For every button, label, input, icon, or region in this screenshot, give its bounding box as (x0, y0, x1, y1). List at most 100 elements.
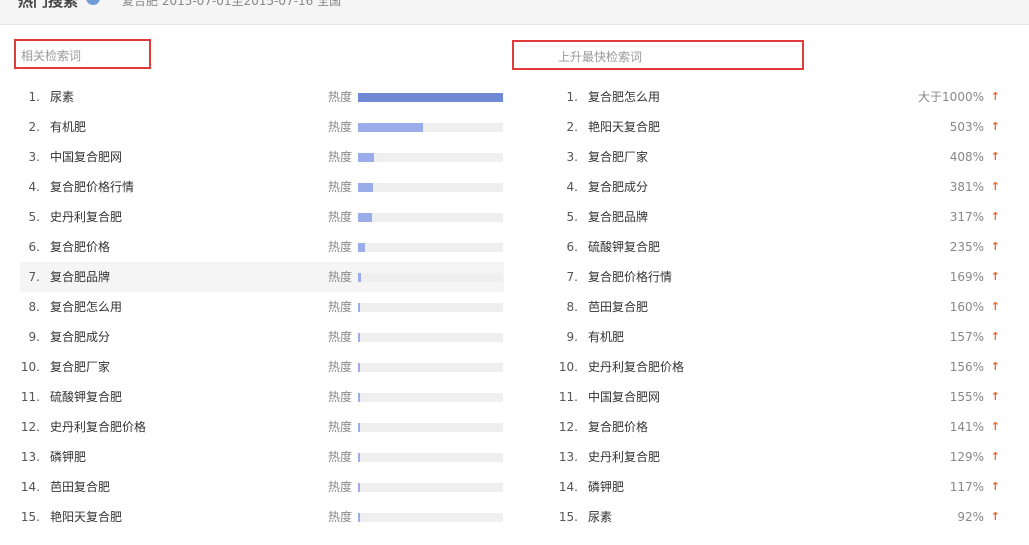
rank-number: 7. (28, 270, 40, 284)
rising-row[interactable]: 10. 史丹利复合肥价格 156% ↑ (558, 352, 1002, 382)
heat-bar-track (358, 93, 503, 102)
heat-bar-fill (358, 303, 360, 312)
heat-bar-track (358, 483, 503, 492)
help-icon[interactable]: ? (86, 0, 100, 5)
related-row[interactable]: 14. 芭田复合肥 热度 (20, 472, 504, 502)
heat-bar-track (358, 423, 503, 432)
keyword-link[interactable]: 尿素 (588, 502, 612, 532)
related-row[interactable]: 7. 复合肥品牌 热度 (20, 262, 504, 292)
keyword-link[interactable]: 复合肥品牌 (588, 202, 648, 232)
rising-row[interactable]: 11. 中国复合肥网 155% ↑ (558, 382, 1002, 412)
rising-row[interactable]: 2. 艳阳天复合肥 503% ↑ (558, 112, 1002, 142)
rank-number: 6. (566, 240, 578, 254)
rank-number: 2. (28, 120, 40, 134)
rising-row[interactable]: 13. 史丹利复合肥 129% ↑ (558, 442, 1002, 472)
rising-row[interactable]: 7. 复合肥价格行情 169% ↑ (558, 262, 1002, 292)
keyword-link[interactable]: 磷钾肥 (50, 442, 86, 472)
keyword-link[interactable]: 中国复合肥网 (588, 382, 660, 412)
heat-bar-track (358, 333, 503, 342)
growth-percent: 408% (949, 150, 984, 164)
keyword-link[interactable]: 艳阳天复合肥 (588, 112, 660, 142)
rank-number: 10. (558, 360, 578, 374)
growth-percent: 317% (949, 210, 984, 224)
rising-row[interactable]: 14. 磷钾肥 117% ↑ (558, 472, 1002, 502)
related-row[interactable]: 6. 复合肥价格 热度 (20, 232, 504, 262)
heat-label: 热度 (328, 210, 353, 224)
up-arrow-icon: ↑ (990, 300, 1000, 313)
keyword-link[interactable]: 复合肥怎么用 (588, 82, 660, 112)
heat-bar-track (358, 513, 503, 522)
keyword-link[interactable]: 尿素 (50, 82, 74, 112)
keyword-link[interactable]: 复合肥价格行情 (588, 262, 672, 292)
rank-number: 5. (566, 210, 578, 224)
related-row[interactable]: 5. 史丹利复合肥 热度 (20, 202, 504, 232)
keyword-link[interactable]: 中国复合肥网 (50, 142, 122, 172)
rising-row[interactable]: 5. 复合肥品牌 317% ↑ (558, 202, 1002, 232)
keyword-link[interactable]: 艳阳天复合肥 (50, 502, 122, 532)
keyword-link[interactable]: 史丹利复合肥价格 (50, 412, 146, 442)
rising-row[interactable]: 15. 尿素 92% ↑ (558, 502, 1002, 532)
related-row[interactable]: 4. 复合肥价格行情 热度 (20, 172, 504, 202)
rank-number: 15. (558, 510, 578, 524)
rising-row[interactable]: 6. 硫酸钾复合肥 235% ↑ (558, 232, 1002, 262)
growth-percent: 503% (949, 120, 984, 134)
related-row[interactable]: 11. 硫酸钾复合肥 热度 (20, 382, 504, 412)
related-row[interactable]: 10. 复合肥厂家 热度 (20, 352, 504, 382)
heat-label: 热度 (328, 300, 353, 314)
keyword-link[interactable]: 复合肥成分 (50, 322, 110, 352)
heat-bar-track (358, 273, 503, 282)
related-row[interactable]: 2. 有机肥 热度 (20, 112, 504, 142)
keyword-link[interactable]: 史丹利复合肥 (588, 442, 660, 472)
rank-number: 15. (20, 510, 40, 524)
related-row[interactable]: 12. 史丹利复合肥价格 热度 (20, 412, 504, 442)
heat-label: 热度 (328, 480, 353, 494)
keyword-link[interactable]: 复合肥厂家 (588, 142, 648, 172)
keyword-link[interactable]: 硫酸钾复合肥 (588, 232, 660, 262)
rising-row[interactable]: 9. 有机肥 157% ↑ (558, 322, 1002, 352)
related-row[interactable]: 1. 尿素 热度 (20, 82, 504, 112)
related-row[interactable]: 8. 复合肥怎么用 热度 (20, 292, 504, 322)
rising-row[interactable]: 1. 复合肥怎么用 大于1000% ↑ (558, 82, 1002, 112)
keyword-link[interactable]: 复合肥价格 (588, 412, 648, 442)
up-arrow-icon: ↑ (990, 210, 1000, 223)
rank-number: 9. (566, 330, 578, 344)
rising-row[interactable]: 12. 复合肥价格 141% ↑ (558, 412, 1002, 442)
heat-bar-track (358, 243, 503, 252)
keyword-link[interactable]: 复合肥品牌 (50, 262, 110, 292)
keyword-link[interactable]: 复合肥成分 (588, 172, 648, 202)
rank-number: 4. (28, 180, 40, 194)
related-row[interactable]: 9. 复合肥成分 热度 (20, 322, 504, 352)
rising-row[interactable]: 8. 芭田复合肥 160% ↑ (558, 292, 1002, 322)
keyword-link[interactable]: 史丹利复合肥 (50, 202, 122, 232)
keyword-link[interactable]: 芭田复合肥 (50, 472, 110, 502)
keyword-link[interactable]: 复合肥厂家 (50, 352, 110, 382)
related-row[interactable]: 15. 艳阳天复合肥 热度 (20, 502, 504, 532)
growth-percent: 157% (949, 330, 984, 344)
heat-bar-track (358, 153, 503, 162)
related-row[interactable]: 3. 中国复合肥网 热度 (20, 142, 504, 172)
rank-number: 3. (566, 150, 578, 164)
keyword-link[interactable]: 有机肥 (588, 322, 624, 352)
up-arrow-icon: ↑ (990, 450, 1000, 463)
keyword-link[interactable]: 芭田复合肥 (588, 292, 648, 322)
keyword-link[interactable]: 复合肥怎么用 (50, 292, 122, 322)
related-keywords-title-text: 相关检索词 (21, 49, 82, 63)
heat-label: 热度 (328, 150, 353, 164)
keyword-link[interactable]: 复合肥价格行情 (50, 172, 134, 202)
rising-row[interactable]: 3. 复合肥厂家 408% ↑ (558, 142, 1002, 172)
keyword-link[interactable]: 有机肥 (50, 112, 86, 142)
keyword-link[interactable]: 史丹利复合肥价格 (588, 352, 684, 382)
heat-bar-fill (358, 453, 360, 462)
rank-number: 2. (566, 120, 578, 134)
rising-row[interactable]: 4. 复合肥成分 381% ↑ (558, 172, 1002, 202)
heat-bar-fill (358, 153, 374, 162)
growth-percent: 92% (957, 510, 984, 524)
keyword-link[interactable]: 硫酸钾复合肥 (50, 382, 122, 412)
header-bar: 热门搜索 ? 复合肥 2015-07-01至2015-07-16 全国 (0, 0, 1029, 25)
up-arrow-icon: ↑ (990, 270, 1000, 283)
heat-label: 热度 (328, 330, 353, 344)
keyword-link[interactable]: 磷钾肥 (588, 472, 624, 502)
heat-bar-fill (358, 423, 360, 432)
related-row[interactable]: 13. 磷钾肥 热度 (20, 442, 504, 472)
keyword-link[interactable]: 复合肥价格 (50, 232, 110, 262)
